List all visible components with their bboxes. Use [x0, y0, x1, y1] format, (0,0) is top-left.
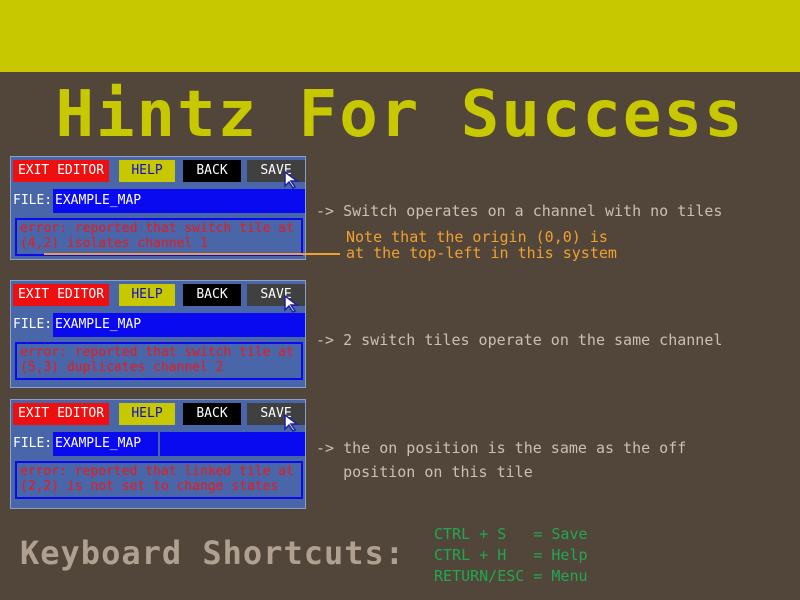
hint-3-line-2: position on this tile	[316, 463, 533, 481]
shortcut-help: CTRL + H = Help	[434, 546, 588, 564]
mouse-cursor-icon	[284, 294, 300, 313]
page-title: Hintz For Success	[55, 78, 745, 152]
save-button[interactable]: SAVE	[247, 284, 305, 313]
mouse-cursor-icon	[284, 170, 300, 189]
file-label: FILE:	[13, 436, 53, 451]
back-button[interactable]: BACK	[183, 160, 241, 182]
keyboard-shortcuts-title: Keyboard Shortcuts:	[20, 534, 406, 572]
editor-panel-3: EXIT EDITOR HELP BACK SAVE FILE: EXAMPLE…	[10, 399, 306, 509]
error-line-1: error: reported that linked tile at	[20, 464, 294, 479]
hint-1: -> Switch operates on a channel with no …	[316, 202, 723, 220]
editor-panel-2: EXIT EDITOR HELP BACK SAVE FILE: EXAMPLE…	[10, 280, 306, 388]
error-message: error: reported that linked tile at (2,2…	[15, 461, 303, 499]
error-line-1: error: reported that switch tile at	[20, 221, 294, 236]
back-button[interactable]: BACK	[183, 403, 241, 425]
shortcut-save: CTRL + S = Save	[434, 525, 588, 543]
error-message: error: reported that switch tile at (5,3…	[15, 342, 303, 380]
help-button[interactable]: HELP	[119, 160, 175, 182]
help-button[interactable]: HELP	[119, 284, 175, 306]
save-button[interactable]: SAVE	[247, 160, 305, 189]
editor-panel-1: EXIT EDITOR HELP BACK SAVE FILE: EXAMPLE…	[10, 156, 306, 260]
error-message: error: reported that switch tile at (4,2…	[15, 218, 303, 256]
exit-editor-button[interactable]: EXIT EDITOR	[13, 160, 109, 182]
top-banner	[0, 0, 800, 72]
file-label: FILE:	[13, 317, 53, 332]
error-line-2: (4,2) isolates channel 1	[20, 236, 208, 251]
error-line-1: error: reported that switch tile at	[20, 345, 294, 360]
file-label: FILE:	[13, 193, 53, 208]
hint-3: -> the on position is the same as the of…	[316, 436, 686, 484]
help-button[interactable]: HELP	[119, 403, 175, 425]
save-button[interactable]: SAVE	[247, 403, 305, 432]
error-line-2: (2,2) is not set to change states	[20, 479, 279, 494]
back-button[interactable]: BACK	[183, 284, 241, 306]
hint-2: -> 2 switch tiles operate on the same ch…	[316, 331, 723, 349]
hint-3-line-1: -> the on position is the same as the of…	[316, 439, 687, 457]
origin-note-line-2: at the top-left in this system	[346, 244, 617, 262]
filename-input[interactable]: EXAMPLE_MAP	[53, 313, 305, 337]
exit-editor-button[interactable]: EXIT EDITOR	[13, 284, 109, 306]
origin-note: Note that the origin (0,0) is at the top…	[346, 229, 617, 261]
mouse-cursor-icon	[284, 413, 300, 432]
shortcut-menu: RETURN/ESC = Menu	[434, 567, 588, 585]
filename-input[interactable]: EXAMPLE_MAP	[53, 189, 305, 213]
shortcut-list: CTRL + S = Save CTRL + H = Help RETURN/E…	[434, 524, 588, 587]
filename-input-extra[interactable]	[160, 432, 305, 456]
error-line-2: (5,3) duplicates channel 2	[20, 360, 224, 375]
pointer-line	[44, 253, 340, 255]
filename-input[interactable]: EXAMPLE_MAP	[53, 432, 158, 456]
exit-editor-button[interactable]: EXIT EDITOR	[13, 403, 109, 425]
